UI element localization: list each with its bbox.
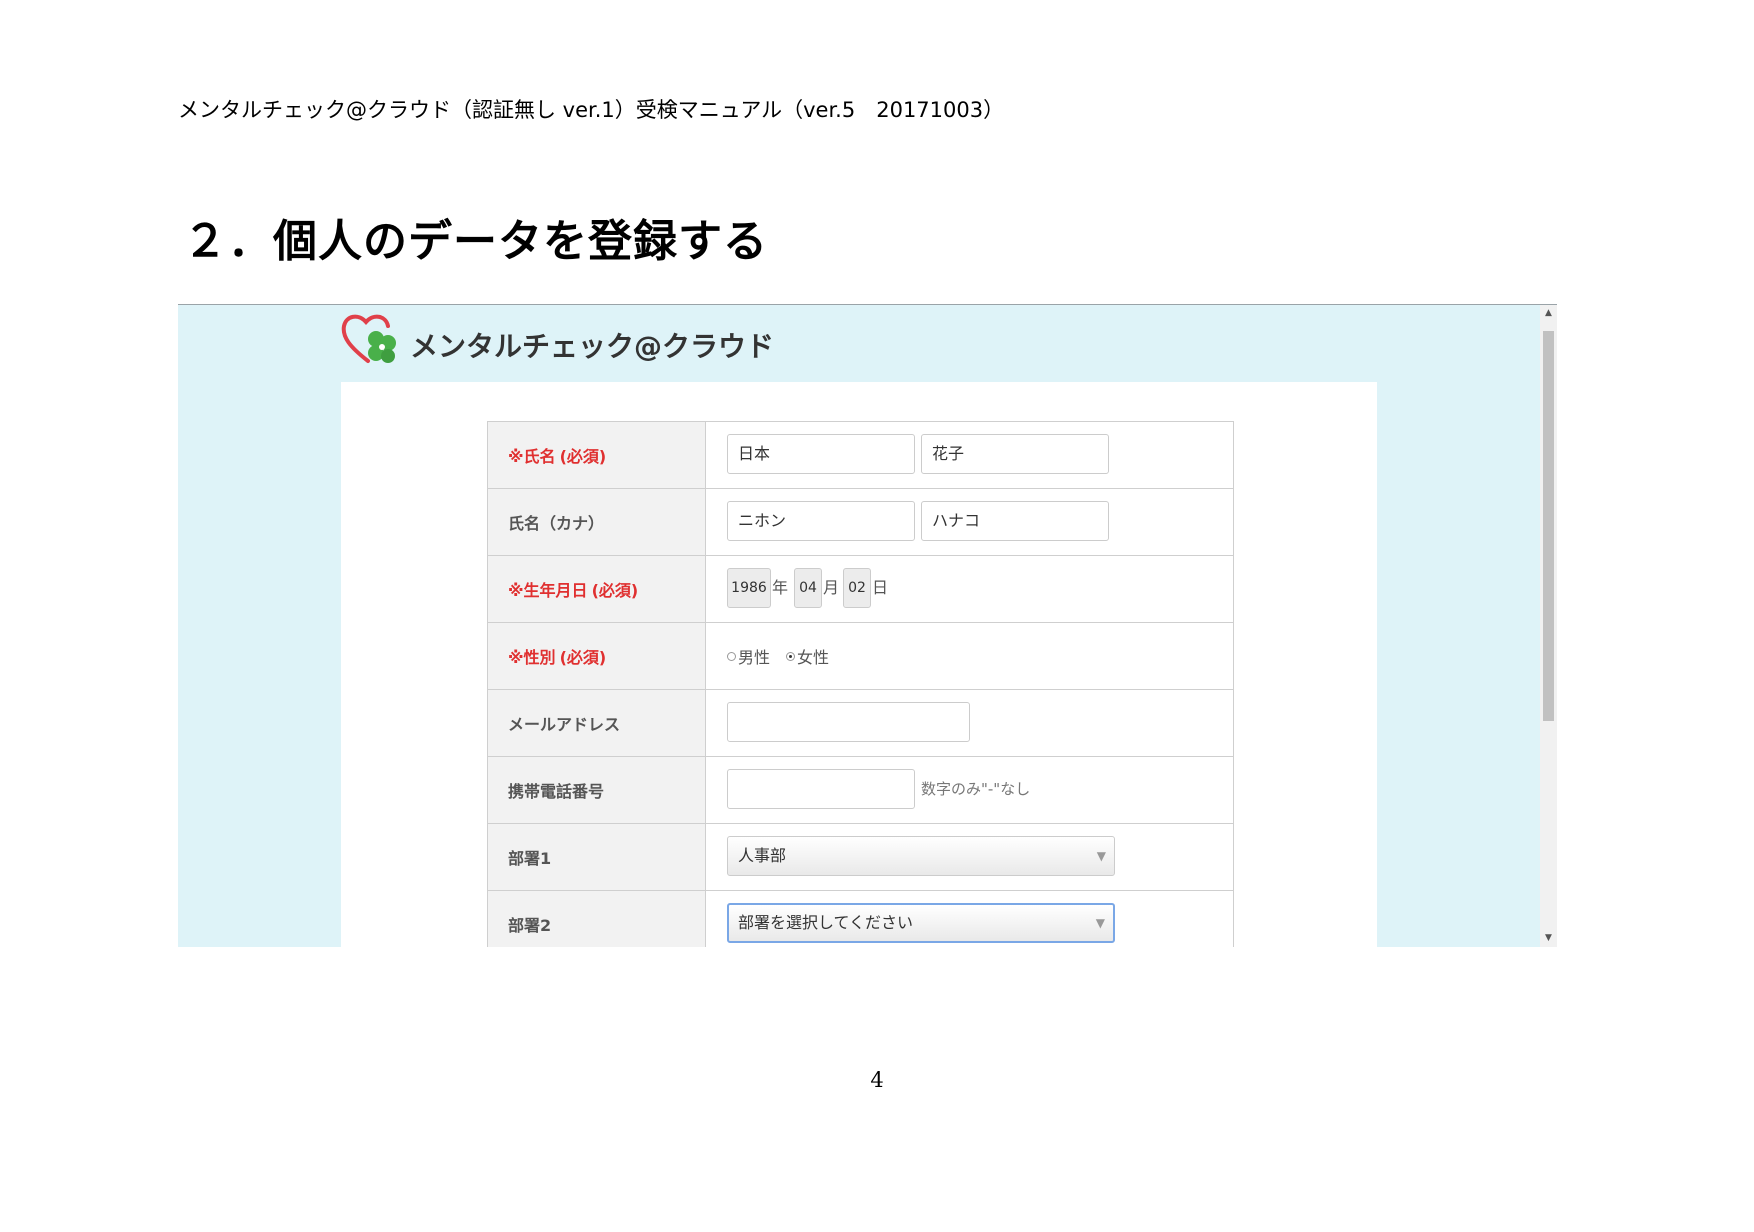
gender-label: ※性別 (必須)	[488, 623, 706, 689]
birthdate-label: ※生年月日 (必須)	[488, 556, 706, 622]
phone-hint: 数字のみ"-"なし	[921, 780, 1031, 798]
birth-day-select[interactable]: 02	[843, 568, 871, 608]
row-name: ※氏名 (必須) 日本 花子	[488, 422, 1233, 489]
row-dept1: 部署1 人事部 ▼	[488, 824, 1233, 891]
heart-clover-logo-icon	[341, 314, 396, 363]
email-input[interactable]	[727, 702, 970, 742]
form-card: ※氏名 (必須) 日本 花子 氏名（カナ） ニホン ハナコ ※生年月日 (必須)…	[341, 382, 1377, 947]
radio-icon	[727, 651, 736, 661]
document-header: メンタルチェック@クラウド（認証無し ver.1）受検マニュアル（ver.5 2…	[178, 98, 1005, 122]
row-dept2: 部署2 部署を選択してください ▼	[488, 891, 1233, 947]
first-name-kana-input[interactable]: ハナコ	[921, 501, 1109, 541]
gender-option-female[interactable]: 女性	[786, 644, 829, 668]
chevron-down-icon: ▼	[1096, 849, 1106, 863]
dept1-select[interactable]: 人事部 ▼	[727, 836, 1115, 876]
row-kana: 氏名（カナ） ニホン ハナコ	[488, 489, 1233, 556]
gender-radio-group: 男性 女性	[727, 623, 845, 689]
birth-month-select[interactable]: 04	[794, 568, 822, 608]
phone-label: 携帯電話番号	[488, 757, 706, 823]
row-birthdate: ※生年月日 (必須) 1986 年 04 月 02 日	[488, 556, 1233, 623]
chevron-down-icon: ▼	[1095, 916, 1105, 930]
day-unit: 日	[872, 578, 889, 597]
dept2-label: 部署2	[488, 891, 706, 947]
dept1-label: 部署1	[488, 824, 706, 890]
row-email: メールアドレス	[488, 690, 1233, 757]
up-arrow-icon[interactable]: ▲	[1540, 305, 1557, 322]
vertical-scrollbar[interactable]: ▲ ▼	[1540, 305, 1557, 947]
app-screenshot: メンタルチェック@クラウド ※氏名 (必須) 日本 花子 氏名（カナ） ニホン …	[178, 304, 1557, 947]
logo-text: メンタルチェック@クラウド	[410, 330, 775, 363]
row-gender: ※性別 (必須) 男性 女性	[488, 623, 1233, 690]
dept2-select[interactable]: 部署を選択してください ▼	[727, 903, 1115, 943]
name-label: ※氏名 (必須)	[488, 422, 706, 488]
scroll-thumb[interactable]	[1543, 331, 1554, 721]
page-number: 4	[870, 1068, 884, 1092]
radio-checked-icon	[786, 651, 796, 661]
phone-input[interactable]	[727, 769, 915, 809]
kana-label: 氏名（カナ）	[488, 489, 706, 555]
last-name-input[interactable]: 日本	[727, 434, 915, 474]
year-unit: 年	[772, 578, 789, 597]
birth-year-select[interactable]: 1986	[727, 568, 771, 608]
month-unit: 月	[823, 578, 840, 597]
registration-form: ※氏名 (必須) 日本 花子 氏名（カナ） ニホン ハナコ ※生年月日 (必須)…	[487, 421, 1234, 947]
section-title: ２．個人のデータを登録する	[183, 216, 768, 267]
app-logo: メンタルチェック@クラウド	[340, 311, 774, 367]
row-phone: 携帯電話番号 数字のみ"-"なし	[488, 757, 1233, 824]
gender-option-male[interactable]: 男性	[727, 644, 770, 668]
first-name-input[interactable]: 花子	[921, 434, 1109, 474]
email-label: メールアドレス	[488, 690, 706, 756]
down-arrow-icon[interactable]: ▼	[1540, 930, 1557, 947]
last-name-kana-input[interactable]: ニホン	[727, 501, 915, 541]
